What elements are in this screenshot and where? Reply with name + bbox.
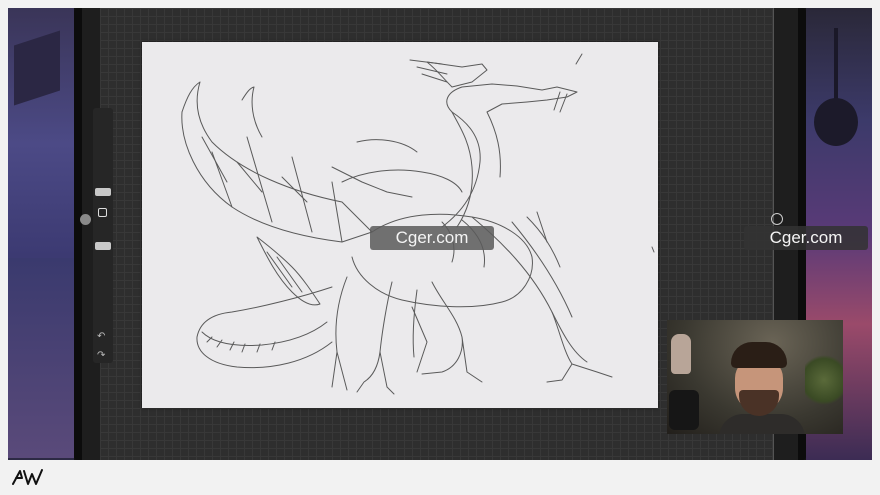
drawing-canvas[interactable] [142, 42, 658, 408]
dragon-sketch [181, 53, 655, 395]
background-lamp-pole [834, 28, 838, 108]
opacity-slider-handle[interactable] [95, 242, 111, 250]
sculpture-bust [671, 334, 691, 374]
side-button-circle[interactable] [771, 213, 783, 225]
brush-sidebar: ↶ ↷ [93, 108, 113, 363]
undo-icon[interactable]: ↶ [97, 331, 105, 343]
background-lamp [814, 98, 858, 146]
microphone [669, 390, 699, 430]
webcam-overlay [667, 320, 843, 434]
redo-icon[interactable]: ↷ [97, 350, 105, 362]
background-shape [8, 258, 74, 458]
plant [805, 350, 843, 410]
presenter-shirt [719, 414, 805, 434]
modify-button[interactable] [98, 208, 107, 217]
sidebar-toggle-handle[interactable] [80, 214, 91, 225]
brush-size-slider-handle[interactable] [95, 188, 111, 196]
watermark-right: Cger.com [744, 226, 868, 250]
channel-logo [12, 468, 48, 486]
presenter-hair [731, 342, 787, 368]
background-left [8, 8, 74, 460]
watermark-center: Cger.com [370, 226, 494, 250]
background-shape [14, 30, 60, 106]
